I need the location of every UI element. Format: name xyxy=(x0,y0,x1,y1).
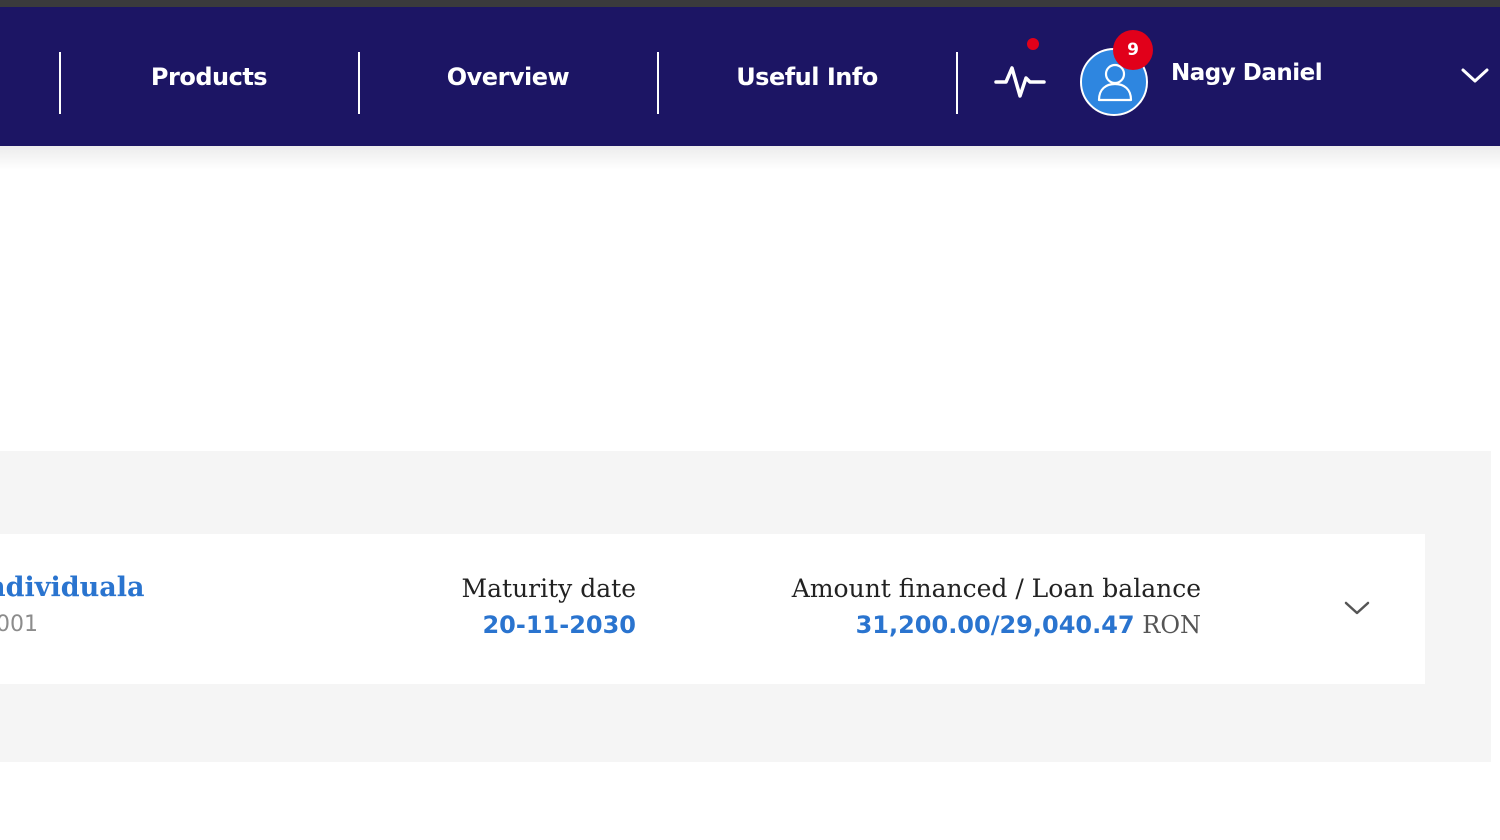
top-window-strip xyxy=(0,0,1500,7)
loan-card[interactable] xyxy=(0,534,1425,684)
chevron-down-icon[interactable] xyxy=(1460,66,1490,86)
nav-item-products[interactable]: Products xyxy=(61,7,357,146)
nav-separator xyxy=(956,52,958,114)
loan-product-name[interactable]: ta Individuala xyxy=(0,572,144,603)
user-name[interactable]: Nagy Daniel xyxy=(1171,60,1323,86)
activity-indicator-dot xyxy=(1027,38,1039,50)
amount-financed-label: Amount financed / Loan balance xyxy=(791,574,1201,603)
maturity-date-value: 20-11-2030 xyxy=(482,611,636,639)
nav-item-useful-info[interactable]: Useful Info xyxy=(659,7,955,146)
loan-amount-number: 31,200.00/29,040.47 xyxy=(855,611,1135,639)
loan-currency: RON xyxy=(1142,611,1201,639)
expand-chevron-icon[interactable] xyxy=(1342,598,1372,618)
loan-product-code: 0001 xyxy=(0,612,38,637)
activity-pulse-icon[interactable] xyxy=(994,56,1046,104)
notification-badge[interactable]: 9 xyxy=(1113,30,1153,70)
nav-item-overview[interactable]: Overview xyxy=(360,7,656,146)
loan-amount-value: 31,200.00/29,040.47 RON xyxy=(856,611,1201,639)
navbar-shadow xyxy=(0,146,1500,170)
maturity-date-label: Maturity date xyxy=(461,574,636,603)
